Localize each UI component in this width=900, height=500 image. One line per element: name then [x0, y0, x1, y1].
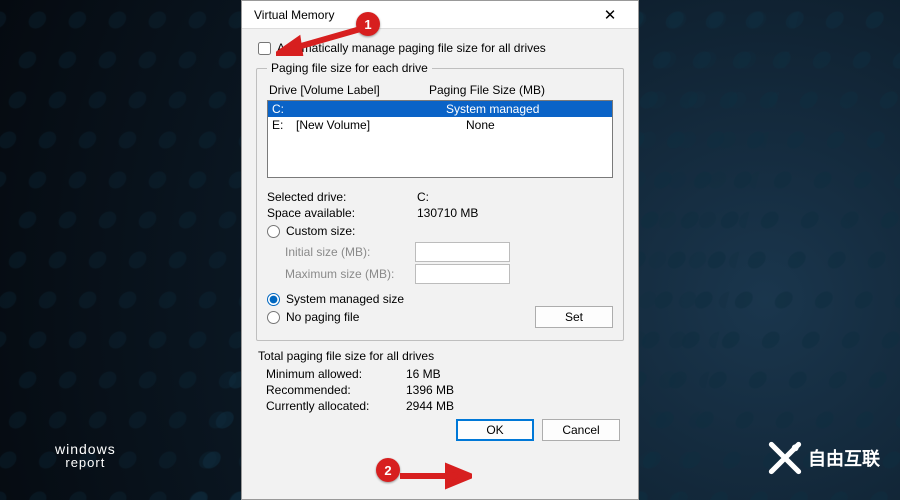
virtual-memory-dialog: Virtual Memory ✕ Automatically manage pa…	[241, 0, 639, 500]
custom-size-inputs: Initial size (MB): Maximum size (MB):	[285, 242, 613, 284]
custom-size-label: Custom size:	[286, 224, 355, 238]
selected-drive-label: Selected drive:	[267, 190, 417, 204]
drive-letter: C:	[268, 101, 296, 117]
min-allowed-value: 16 MB	[406, 367, 441, 381]
titlebar[interactable]: Virtual Memory ✕	[242, 1, 638, 29]
selected-drive-row: Selected drive: C:	[267, 190, 613, 204]
custom-size-option[interactable]: Custom size:	[267, 224, 613, 238]
drive-row[interactable]: C: System managed	[268, 101, 612, 117]
annotation-badge-1-text: 1	[364, 17, 371, 32]
drive-list-header: Drive [Volume Label] Paging File Size (M…	[267, 81, 613, 100]
custom-size-radio[interactable]	[267, 225, 280, 238]
system-managed-radio[interactable]	[267, 293, 280, 306]
dialog-content: Automatically manage paging file size fo…	[242, 29, 638, 447]
recommended-value: 1396 MB	[406, 383, 454, 397]
no-paging-radio[interactable]	[267, 311, 280, 324]
windows-report-logo: windows report	[55, 442, 116, 470]
drive-row[interactable]: E: [New Volume] None	[268, 117, 612, 133]
set-button[interactable]: Set	[535, 306, 613, 328]
header-size: Paging File Size (MB)	[429, 83, 545, 97]
totals-heading: Total paging file size for all drives	[258, 349, 624, 363]
drive-group-legend: Paging file size for each drive	[267, 61, 432, 75]
x-icon	[768, 441, 802, 475]
selected-drive-value: C:	[417, 190, 429, 204]
drive-volume-label: [New Volume]	[296, 117, 424, 133]
system-managed-label: System managed size	[286, 292, 404, 306]
space-available-label: Space available:	[267, 206, 417, 220]
annotation-badge-2-text: 2	[384, 463, 391, 478]
watermark-text: 自由互联	[808, 445, 880, 471]
auto-manage-row[interactable]: Automatically manage paging file size fo…	[258, 41, 624, 55]
space-available-value: 130710 MB	[417, 206, 478, 220]
logo-line1: windows	[55, 442, 116, 457]
drive-group: Paging file size for each drive Drive [V…	[256, 61, 624, 341]
min-allowed-label: Minimum allowed:	[256, 367, 406, 381]
system-managed-option[interactable]: System managed size	[267, 292, 613, 306]
initial-size-input[interactable]	[415, 242, 510, 262]
maximum-size-label: Maximum size (MB):	[285, 267, 415, 281]
drive-letter: E:	[268, 117, 296, 133]
currently-allocated-label: Currently allocated:	[256, 399, 406, 413]
annotation-badge-2: 2	[376, 458, 400, 482]
no-paging-label: No paging file	[286, 310, 359, 324]
annotation-badge-1: 1	[356, 12, 380, 36]
auto-manage-label: Automatically manage paging file size fo…	[277, 41, 546, 55]
totals-section: Minimum allowed: 16 MB Recommended: 1396…	[256, 367, 624, 413]
ok-button[interactable]: OK	[456, 419, 534, 441]
drive-paging-size: None	[424, 117, 495, 133]
drive-paging-size: System managed	[424, 101, 539, 117]
cancel-button[interactable]: Cancel	[542, 419, 620, 441]
maximum-size-input[interactable]	[415, 264, 510, 284]
window-title: Virtual Memory	[250, 8, 590, 22]
logo-line2: report	[55, 456, 116, 470]
initial-size-label: Initial size (MB):	[285, 245, 415, 259]
close-icon[interactable]: ✕	[590, 6, 630, 24]
watermark-logo: 自由互联	[768, 441, 880, 475]
currently-allocated-value: 2944 MB	[406, 399, 454, 413]
auto-manage-checkbox[interactable]	[258, 42, 271, 55]
space-available-row: Space available: 130710 MB	[267, 206, 613, 220]
header-drive: Drive [Volume Label]	[269, 83, 429, 97]
drive-volume-label	[296, 101, 424, 117]
drive-list[interactable]: C: System managed E: [New Volume] None	[267, 100, 613, 178]
dialog-buttons: OK Cancel	[256, 419, 624, 441]
recommended-label: Recommended:	[256, 383, 406, 397]
